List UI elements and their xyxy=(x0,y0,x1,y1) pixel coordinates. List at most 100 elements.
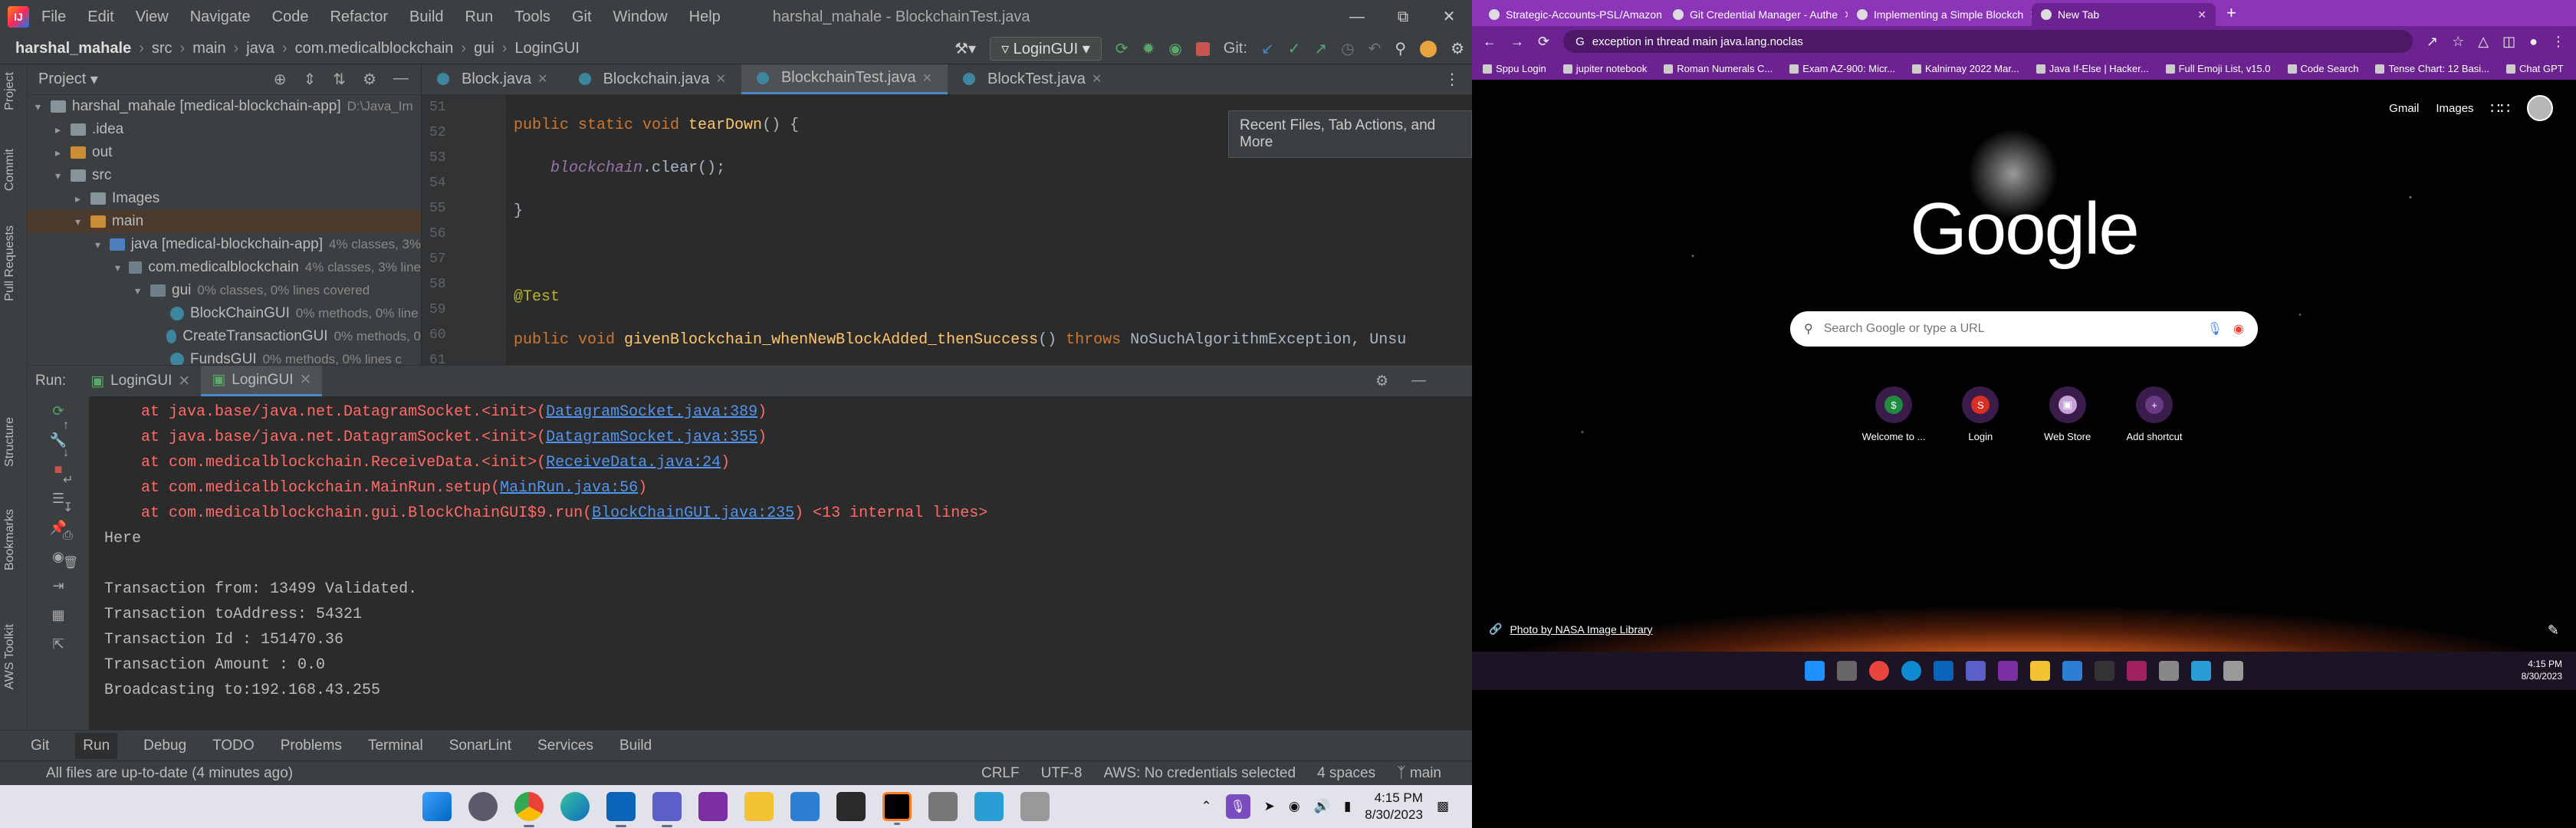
close-icon[interactable]: ✕ xyxy=(2197,8,2206,21)
down-arrow-icon[interactable]: ↓ xyxy=(63,439,78,467)
hide-icon[interactable]: — xyxy=(393,70,409,89)
notepad-app-icon[interactable] xyxy=(974,792,1004,821)
breadcrumb-item-com-medicalblockchain[interactable]: com.medicalblockchain xyxy=(295,40,454,57)
settings-app-icon[interactable] xyxy=(1837,661,1857,681)
search-box[interactable]: ⚲ 🎙 ◉ xyxy=(1790,311,2258,347)
shortcut-add-shortcut[interactable]: + Add shortcut xyxy=(2116,386,2193,442)
menu-window[interactable]: Window xyxy=(613,8,668,25)
bookmark-kalnirnay-2022-mar[interactable]: Kalnirnay 2022 Mar... xyxy=(1911,63,2019,74)
hide-panel-icon[interactable]: — xyxy=(1411,373,1426,390)
console-output[interactable]: at java.base/java.net.DatagramSocket.<in… xyxy=(104,396,1454,731)
aws-toolkit-tool-tab[interactable]: AWS Toolkit xyxy=(3,624,17,689)
volume-icon[interactable]: 🔊 xyxy=(1314,799,1330,814)
stack-trace-link[interactable]: DatagramSocket.java:389 xyxy=(546,403,757,421)
avatar[interactable] xyxy=(2527,95,2553,121)
bookmark-chat-gpt[interactable]: Chat GPT xyxy=(2505,63,2564,74)
pull-requests-tool-tab[interactable]: Pull Requests xyxy=(3,225,17,301)
tree-item-com-medicalblockchain[interactable]: ▾ com.medicalblockchain 4% classes, 3% lin… xyxy=(28,256,421,279)
battery-icon[interactable]: ▮ xyxy=(1344,799,1351,814)
photo-credit[interactable]: 🔗 Photo by NASA Image Library xyxy=(1489,623,1652,636)
breadcrumb-item-logingui[interactable]: LoginGUI xyxy=(514,40,580,57)
trash-icon[interactable]: 🗑 xyxy=(63,550,78,577)
app-icon-2[interactable] xyxy=(2223,661,2243,681)
images-link[interactable]: Images xyxy=(2436,102,2473,115)
indent-setting[interactable]: 4 spaces xyxy=(1317,765,1375,782)
bookmark-sppu-login[interactable]: Sppu Login xyxy=(1483,63,1546,74)
onenote-app-icon[interactable] xyxy=(1998,661,2018,681)
tool-tab-terminal[interactable]: Terminal xyxy=(368,738,423,754)
more-tabs-icon[interactable]: ⋮ xyxy=(1444,70,1460,89)
chevron-down-icon[interactable]: ▾ xyxy=(135,284,150,297)
git-branch[interactable]: ᛉ main xyxy=(1397,765,1441,782)
menu-code[interactable]: Code xyxy=(272,8,309,25)
bookmark-jupiter-notebook[interactable]: jupiter notebook xyxy=(1562,63,1647,74)
line-separator[interactable]: CRLF xyxy=(981,765,1020,782)
wrench-icon[interactable]: 🔧 xyxy=(28,426,89,455)
shortcut-web-store[interactable]: ▣ Web Store xyxy=(2029,386,2106,442)
customize-pencil-icon[interactable]: ✎ xyxy=(2548,623,2559,639)
history-icon[interactable]: ◷ xyxy=(1341,39,1354,58)
close-icon[interactable]: ✕ xyxy=(1844,8,1848,21)
close-icon[interactable]: ✕ xyxy=(1426,0,1472,34)
exit-icon[interactable]: ⇥ xyxy=(28,571,89,600)
expand-all-icon[interactable]: ⇕ xyxy=(304,70,317,89)
bookmark-full-emoji-list-v15-0[interactable]: Full Emoji List, v15.0 xyxy=(2165,63,2271,74)
settings-app-icon[interactable] xyxy=(468,792,498,821)
outlook-app-icon[interactable] xyxy=(1934,661,1953,681)
run-tab-logingui-1[interactable]: ▣ LoginGUI ✕ xyxy=(80,366,201,396)
taskbar-clock[interactable]: 4:15 PM 8/30/2023 xyxy=(1365,790,1423,823)
menu-view[interactable]: View xyxy=(136,8,169,25)
settings-icon[interactable]: ⚙ xyxy=(1451,39,1464,58)
menu-help[interactable]: Help xyxy=(689,8,721,25)
breadcrumb-item-harshal-mahale[interactable]: harshal_mahale xyxy=(15,40,131,57)
tree-item-images[interactable]: ▸ Images xyxy=(28,187,421,210)
tab-blockchain-java[interactable]: Blockchain.java ✕ xyxy=(564,64,741,94)
intellij-app-icon[interactable] xyxy=(2127,661,2147,681)
rerun-icon[interactable]: ⟳ xyxy=(28,396,89,426)
project-view-label[interactable]: Project xyxy=(38,71,86,88)
menu-run[interactable]: Run xyxy=(465,8,494,25)
rerun-icon[interactable]: ⟳ xyxy=(1116,39,1129,58)
status-message[interactable]: All files are up-to-date (4 minutes ago) xyxy=(46,765,293,782)
new-tab-icon[interactable]: + xyxy=(2226,3,2236,23)
share-icon[interactable]: ↗ xyxy=(2426,34,2438,50)
windows-start-icon[interactable] xyxy=(422,792,452,821)
up-arrow-icon[interactable]: ↑ xyxy=(63,412,78,439)
chrome-tab-implementing-a-simple-blockch[interactable]: Implementing a Simple Blockch ✕ xyxy=(1848,3,2032,26)
address-bar[interactable]: G exception in thread main java.lang.noc… xyxy=(1563,30,2413,53)
mic-icon[interactable]: 🎙 xyxy=(2207,321,2223,337)
minimize-icon[interactable]: — xyxy=(1334,0,1380,34)
tree-item-createtransactiongui[interactable]: CreateTransactionGUI 0% methods, 0 xyxy=(28,325,421,348)
git-commit-icon[interactable]: ✓ xyxy=(1288,39,1301,58)
breadcrumb-item-gui[interactable]: gui xyxy=(474,40,495,57)
back-icon[interactable]: ← xyxy=(1483,34,1497,50)
tree-item-fundsgui[interactable]: FundsGUI 0% methods, 0% lines c xyxy=(28,348,421,365)
project-tool-tab[interactable]: Project xyxy=(3,72,17,110)
aws-status[interactable]: AWS: No credentials selected xyxy=(1103,765,1296,782)
camera-icon[interactable]: ◉ xyxy=(28,542,89,571)
tool-tab-git[interactable]: Git xyxy=(31,738,49,754)
tool-tab-build[interactable]: Build xyxy=(619,738,652,754)
chevron-down-icon[interactable]: ▾ xyxy=(115,261,129,274)
menu-git[interactable]: Git xyxy=(572,8,592,25)
stop-icon[interactable]: ■ xyxy=(28,455,89,484)
intellij-app-icon[interactable] xyxy=(882,792,912,825)
close-icon[interactable]: ✕ xyxy=(2029,8,2032,21)
tree-item-out[interactable]: ▸ out xyxy=(28,141,421,164)
app-icon-2[interactable] xyxy=(1020,792,1050,821)
app-icon[interactable] xyxy=(928,792,958,821)
pin-tab-icon[interactable]: ⇱ xyxy=(28,629,89,659)
print-icon[interactable]: ⎙ xyxy=(63,522,78,550)
tool-tab-services[interactable]: Services xyxy=(537,738,593,754)
restore-layout-icon[interactable]: ☰ xyxy=(28,484,89,513)
edge-app-icon[interactable] xyxy=(1901,661,1921,681)
chrome-tab-new-tab[interactable]: New Tab ✕ xyxy=(2032,3,2216,26)
forward-icon[interactable]: → xyxy=(1510,34,1524,50)
microphone-icon[interactable]: 🎙 xyxy=(1225,794,1250,819)
menu-file[interactable]: File xyxy=(41,8,66,25)
search-icon[interactable]: ⚲ xyxy=(1395,39,1406,58)
breadcrumb-item-main[interactable]: main xyxy=(192,40,225,57)
tree-item-src[interactable]: ▾ src xyxy=(28,164,421,187)
teams-app-icon[interactable] xyxy=(1966,661,1986,681)
run-tab-logingui-2[interactable]: ▣ LoginGUI ✕ xyxy=(201,366,323,396)
